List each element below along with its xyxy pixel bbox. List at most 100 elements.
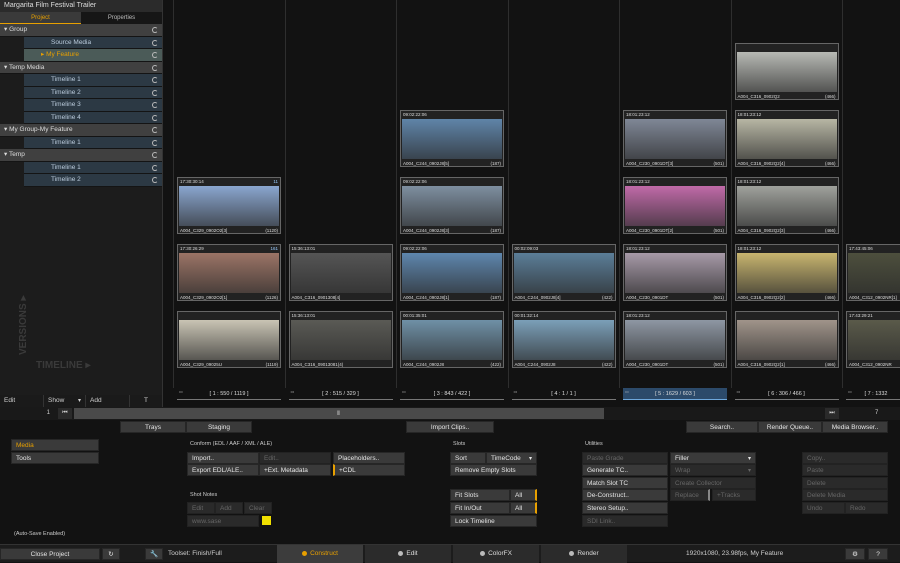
clip-thumbnail[interactable]: 09:02:22:06 A004_C244_0902J8[5] (187) [400,110,504,167]
search-button[interactable]: Search.. [686,421,758,433]
notes-add-button[interactable]: Add [215,502,243,514]
create-collector-button[interactable]: Create Collector [670,477,756,489]
sdi-link-button[interactable]: SDI Link.. [582,515,668,527]
clip-thumbnail[interactable]: 18:01:23:12 A004_C230_0901DT (501) [623,311,727,368]
gear-icon[interactable]: ⚙ [845,548,865,560]
t-button[interactable]: T [130,395,163,407]
tracks-toggle[interactable]: +Tracks [712,489,756,501]
track-header[interactable]: ▭ [ 2 : 515 / 329 ] [288,388,393,400]
clip-thumbnail[interactable]: 18:01:23:12 A004_C316_0902Q2[2] (466) [734,244,839,301]
fit-slots-button[interactable]: Fit Slots [450,489,510,501]
clip-thumbnail[interactable]: 18:01:23:12 A004_C316_0902Q2[3] (466) [734,177,839,234]
sort-button[interactable]: Sort [450,452,486,464]
import-button[interactable]: Import.. [187,452,259,464]
tree-item[interactable]: Source Media [24,36,162,49]
clip-thumbnail[interactable]: 00:01:35:01 A004_C244_0902J8 (422) [400,311,504,368]
conform-edit-button[interactable]: Edit.. [259,452,331,464]
notes-input[interactable]: www.sase [187,515,259,527]
clip-thumbnail[interactable]: 09:02:22:06 A004_C244_0902J8[1] (187) [400,244,504,301]
playhead-icon[interactable]: Ⅱ [337,410,340,417]
skip-forward-icon[interactable]: ⏭ [825,408,839,419]
fit-in-out-button[interactable]: Fit In/Out [450,502,510,514]
clip-thumbnail[interactable]: 18:01:23:12 A004_C316_0902Q2[4] (466) [734,110,839,167]
clip-thumbnail[interactable]: 18:01:23:12 A004_C230_0901DT[2] (501) [623,177,727,234]
fit-in-out-all-toggle[interactable]: All [510,502,537,514]
media-browser-button[interactable]: Media Browser.. [822,421,888,433]
tab-properties[interactable]: Properties [81,12,162,24]
wrench-icon[interactable]: 🔧 [145,548,163,560]
filler-dropdown[interactable]: Filler ▾ [670,452,756,464]
render-queue-button[interactable]: Render Queue.. [758,421,822,433]
clip-thumbnail[interactable]: A004_C329_09025U (1119) [177,311,281,368]
de-construct-button[interactable]: De-Construct.. [582,489,668,501]
tree-item[interactable]: Timeline 1 [24,74,162,87]
tree-item[interactable]: ▸ My Feature [24,49,162,62]
tree-item[interactable]: ▾ Group [0,24,162,37]
clip-thumbnail[interactable]: 18:01:23:12 A004_C230_0901DT (501) [623,244,727,301]
tree-item[interactable]: Timeline 1 [24,161,162,174]
media-menu-item[interactable]: Media [11,439,99,451]
tree-item[interactable]: Timeline 2 [24,174,162,187]
clip-thumbnail[interactable]: 17:43:29:21 A004_C312_0902NR [846,311,900,368]
undo-button[interactable]: Undo [802,502,845,514]
tab-project[interactable]: Project [0,12,81,24]
clip-thumbnail[interactable]: 17:30:30:14 11 A004_C329_0902O2[3] (1120) [177,177,281,234]
tree-item[interactable]: Timeline 1 [24,136,162,149]
delete-media-button[interactable]: Delete Media [802,489,888,501]
help-button[interactable]: ? [868,548,888,560]
copy-button[interactable]: Copy.. [802,452,888,464]
import-clips-button[interactable]: Import Clips.. [406,421,494,433]
tree-item[interactable]: Timeline 4 [24,111,162,124]
tab-colorfx[interactable]: ColorFX [453,545,539,563]
tree-item[interactable]: Timeline 2 [24,86,162,99]
clip-thumbnail[interactable]: 15:36:13:01 A004_C316_0901308[4] [288,244,393,301]
refresh-icon[interactable]: ↻ [102,548,120,560]
ext-metadata-toggle[interactable]: +Ext. Metadata [259,464,331,476]
tree-item[interactable]: ▾ Temp Media [0,61,162,74]
track-header[interactable]: ▭ [ 5 : 1629 / 603 ] [623,388,727,400]
clip-thumbnail[interactable]: 17:30:26:29 161 A004_C329_0902O2[1] (1126) [177,244,281,301]
tab-render[interactable]: Render [541,545,627,563]
track-header[interactable]: ▭ [ 4 : 1 / 1 ] [511,388,616,400]
match-slot-tc-button[interactable]: Match Slot TC [582,477,668,489]
clip-thumbnail[interactable]: 17:43:45:06 A004_C312_0902NR[1] [846,244,900,301]
notes-clear-button[interactable]: Clear [244,502,272,514]
clip-thumbnail[interactable]: 00:01:32:14 A004_C244_0902J8 (422) [511,311,616,368]
staging-button[interactable]: Staging [186,421,252,433]
timeline-scrubber[interactable]: 1 ⏮ Ⅱ ⏭ 7 [0,407,900,420]
track-header[interactable]: ▭ [ 3 : 843 / 422 ] [400,388,504,400]
show-dropdown[interactable]: Show ▾ [44,395,86,407]
paste-button[interactable]: Paste [802,464,888,476]
note-color-swatch[interactable] [262,516,271,525]
track-header[interactable]: ▭ [ 1 : 550 / 1119 ] [177,388,281,400]
fit-slots-all-toggle[interactable]: All [510,489,537,501]
close-project-button[interactable]: Close Project [0,548,100,560]
notes-edit-button[interactable]: Edit [187,502,215,514]
tree-item[interactable]: ▾ My Group-My Feature [0,124,162,137]
placeholders-button[interactable]: Placeholders.. [333,452,405,464]
wrap-dropdown[interactable]: Wrap ▾ [670,464,756,476]
tools-menu-item[interactable]: Tools [11,452,99,464]
clip-thumbnail[interactable]: A004_C316_0902Q2 (466) [734,43,839,100]
delete-button[interactable]: Delete [802,477,888,489]
track-header[interactable]: ▭ [ 6 : 306 / 466 ] [734,388,839,400]
tree-item[interactable]: ▾ Temp [0,149,162,162]
clip-thumbnail[interactable]: 09:02:22:06 A004_C244_0902J8[3] (187) [400,177,504,234]
timecode-dropdown[interactable]: TimeCode ▾ [486,452,537,464]
clip-thumbnail[interactable]: A004_C316_0902Q2[1] (466) [734,311,839,368]
clip-thumbnail[interactable]: 00:02:09:03 A004_C244_0902J8[4] (422) [511,244,616,301]
tab-construct[interactable]: Construct [277,545,363,563]
skip-back-icon[interactable]: ⏮ [58,408,72,419]
trays-button[interactable]: Trays [120,421,186,433]
tab-edit[interactable]: Edit [365,545,451,563]
cdl-toggle[interactable]: +CDL [333,464,405,476]
redo-button[interactable]: Redo [845,502,888,514]
clip-thumbnail[interactable]: 15:36:13:01 A004_C316_09013081(4) [288,311,393,368]
scrub-range[interactable]: Ⅱ [74,408,604,419]
stereo-setup-button[interactable]: Stereo Setup.. [582,502,668,514]
edit-button[interactable]: Edit [0,395,44,407]
generate-tc-button[interactable]: Generate TC.. [582,464,668,476]
remove-empty-slots-button[interactable]: Remove Empty Slots [450,464,537,476]
track-header[interactable]: ▭ [ 7 : 1332 [846,388,900,400]
clip-thumbnail[interactable]: 18:01:23:12 A004_C230_0901DT[3] (501) [623,110,727,167]
